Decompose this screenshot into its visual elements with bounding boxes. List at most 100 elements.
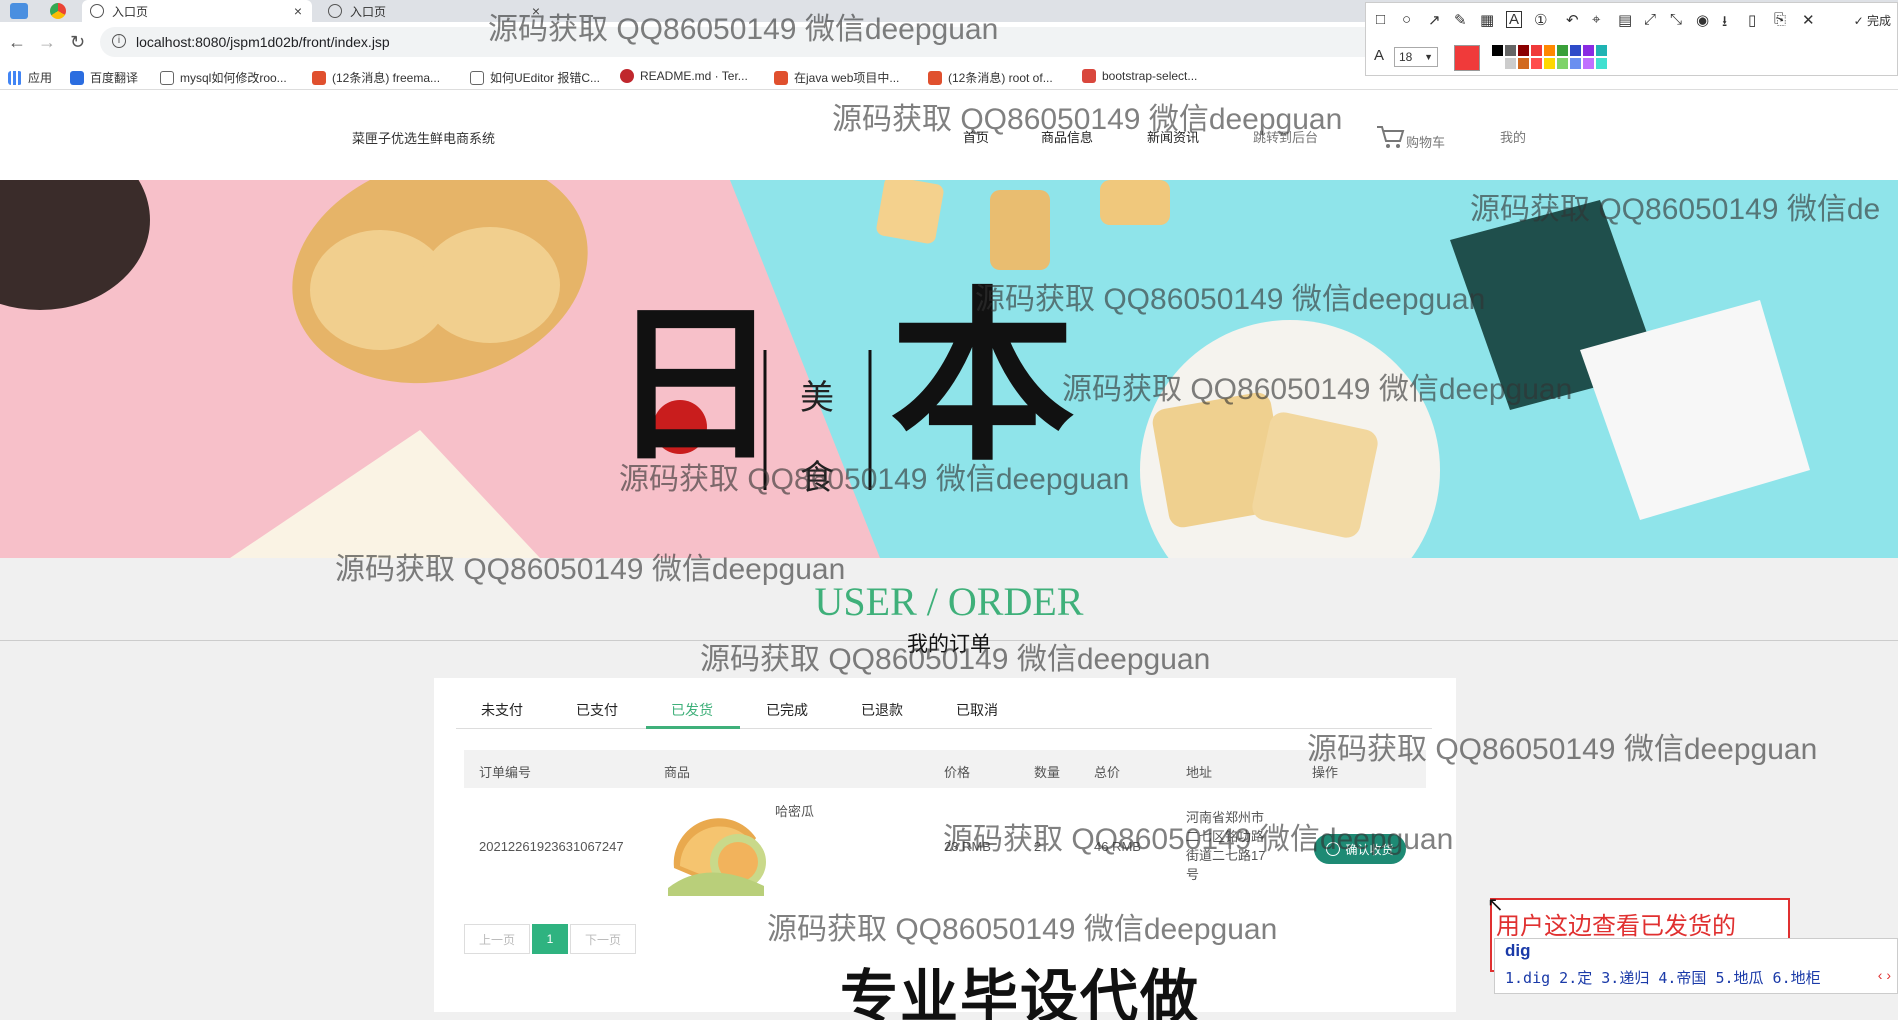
ime-typed-text: dig [1505, 941, 1531, 960]
download-icon[interactable]: ⭳ [1722, 11, 1727, 36]
tab-shipped[interactable]: 已发货 [671, 700, 713, 720]
palette-swatch[interactable] [1544, 58, 1555, 69]
quantity-value: 2 [1034, 839, 1042, 854]
palette-swatch[interactable] [1557, 45, 1568, 56]
bookmark-java-web[interactable]: 在java web项目中... [774, 69, 899, 86]
font-size-select[interactable]: 18 ▼ [1394, 47, 1438, 67]
close-tab-icon[interactable]: × [294, 3, 302, 19]
arrow-tool-icon[interactable]: ↗ [1428, 11, 1441, 29]
bookmark-ueditor[interactable]: 如何UEditor 报错C... [470, 69, 600, 86]
current-color-swatch[interactable] [1454, 45, 1480, 71]
cart-icon[interactable] [1375, 124, 1405, 150]
overlay-caption: 专业毕设代做 [840, 965, 1201, 1020]
bookmark-root-of[interactable]: (12条消息) root of... [928, 69, 1053, 86]
palette-swatch[interactable] [1505, 45, 1516, 56]
back-icon[interactable]: ← [8, 32, 26, 53]
palette-swatch[interactable] [1557, 58, 1568, 69]
close-tab-icon[interactable]: × [532, 3, 540, 19]
site-info-icon[interactable]: i [112, 34, 126, 48]
number-tool-icon[interactable]: ① [1534, 11, 1547, 29]
undo-icon[interactable]: ↶ [1566, 11, 1579, 29]
fullscreen-icon[interactable]: ⤢ [1644, 11, 1656, 28]
ime-candidate-list[interactable]: 1.dig 2.定 3.递归 4.帝国 5.地瓜 6.地柜 [1505, 967, 1821, 988]
browser-logo-icon[interactable] [50, 3, 66, 19]
phone-icon[interactable]: ▯ [1748, 11, 1756, 29]
bookmark-bootstrap-select[interactable]: bootstrap-select... [1082, 69, 1197, 83]
palette-swatch[interactable] [1505, 58, 1516, 69]
palette-swatch[interactable] [1570, 58, 1581, 69]
bookmark-baidu-translate[interactable]: 百度翻译 [70, 69, 138, 86]
palette-swatch[interactable] [1531, 58, 1542, 69]
nav-news[interactable]: 新闻资讯 [1147, 127, 1199, 146]
hero-banner: 日 本 美 食 [0, 180, 1898, 558]
nav-mine[interactable]: 我的 [1500, 127, 1526, 146]
palette-swatch[interactable] [1518, 58, 1529, 69]
tab-unpaid[interactable]: 未支付 [481, 700, 523, 720]
bookmark-page-icon [160, 70, 174, 85]
banner-char-origin: 本 [890, 268, 1075, 486]
prev-page-button[interactable]: 上一页 [464, 924, 530, 954]
bookmark-tool-icon[interactable]: ⎘ [1774, 11, 1786, 28]
bookmark-readme[interactable]: README.md · Ter... [620, 69, 748, 83]
tab-paid[interactable]: 已支付 [576, 700, 618, 720]
site-logo[interactable]: 菜匣子优选生鲜电商系统 [352, 128, 495, 147]
col-total: 总价 [1094, 765, 1121, 780]
col-price: 价格 [944, 765, 971, 780]
col-address: 地址 [1186, 765, 1213, 780]
col-action: 操作 [1312, 765, 1339, 780]
ocr-icon[interactable]: ▤ [1618, 11, 1632, 29]
palette-swatch[interactable] [1596, 45, 1607, 56]
reload-icon[interactable]: ↻ [70, 32, 85, 53]
tab-entry-page-1[interactable]: 入口页 × [82, 0, 312, 22]
nav-cart[interactable]: 购物车 [1406, 132, 1445, 151]
palette-swatch[interactable] [1570, 45, 1581, 56]
tab-completed[interactable]: 已完成 [766, 700, 808, 720]
banner-char-food: 食 [800, 459, 834, 497]
pin-icon[interactable]: ⌖ [1592, 11, 1600, 28]
palette-swatch[interactable] [1492, 58, 1503, 69]
tab-cancelled[interactable]: 已取消 [956, 700, 998, 720]
nav-products[interactable]: 商品信息 [1041, 127, 1093, 146]
confirm-receipt-button[interactable]: 确认收货 [1314, 834, 1406, 864]
mosaic-tool-icon[interactable]: ▦ [1480, 11, 1494, 29]
translate-tool-icon[interactable]: ⤡ [1670, 11, 1682, 28]
annotation-text: 用户这边查看已发货的 [1496, 913, 1736, 940]
tab-refunded[interactable]: 已退款 [861, 700, 903, 720]
palette-swatch[interactable] [1583, 45, 1594, 56]
palette-swatch[interactable] [1544, 45, 1555, 56]
rectangle-tool-icon[interactable]: □ [1376, 11, 1385, 28]
screenshot-toolbar: □ ○ ↗ ✎ ▦ A ① ↶ ⌖ ▤ ⤢ ⤡ ◉ ⭳ ▯ ⎘ ✕ ✓ 完成 A… [1365, 2, 1898, 76]
bookmark-mysql[interactable]: mysql如何修改roo... [160, 69, 287, 86]
text-tool-icon[interactable]: A [1506, 11, 1523, 28]
cancel-icon[interactable]: ✕ [1802, 11, 1815, 29]
palette-swatch[interactable] [1518, 45, 1529, 56]
palette-swatch[interactable] [1492, 45, 1503, 56]
next-page-button[interactable]: 下一页 [570, 924, 636, 954]
ellipse-tool-icon[interactable]: ○ [1402, 11, 1411, 28]
csdn-icon [928, 70, 942, 85]
table-header: 订单编号 商品 价格 数量 总价 地址 操作 [464, 750, 1426, 788]
bookmark-apps[interactable]: 应用 [8, 69, 52, 86]
done-button[interactable]: ✓ 完成 [1854, 12, 1891, 29]
product-image[interactable] [666, 798, 768, 896]
palette-swatch[interactable] [1531, 45, 1542, 56]
check-circle-icon [1326, 842, 1341, 856]
tab-entry-page-2[interactable]: 入口页 × [320, 0, 550, 22]
palette-swatch[interactable] [1596, 58, 1607, 69]
nav-admin[interactable]: 跳转到后台 [1253, 127, 1318, 146]
bookmark-site-icon [1082, 69, 1096, 83]
page-1-button[interactable]: 1 [532, 924, 568, 954]
mail-app-icon[interactable] [10, 3, 28, 19]
bookmark-freemarker[interactable]: (12条消息) freema... [312, 69, 440, 86]
ime-candidate-window: dig 1.dig 2.定 3.递归 4.帝国 5.地瓜 6.地柜 ‹ › [1494, 938, 1898, 994]
forward-icon[interactable]: → [38, 32, 56, 53]
pen-tool-icon[interactable]: ✎ [1454, 11, 1467, 29]
price-value: 23 RMB [944, 839, 991, 854]
record-icon[interactable]: ◉ [1696, 11, 1709, 29]
palette-swatch[interactable] [1583, 58, 1594, 69]
product-name[interactable]: 哈密瓜 [775, 801, 814, 820]
nav-home[interactable]: 首页 [963, 127, 989, 146]
ime-next-page-icon[interactable]: ‹ › [1878, 967, 1891, 983]
address-text: 河南省郑州市 二七区铭功路 街道二七路17 号 [1186, 810, 1266, 882]
total-value: 46 RMB [1094, 839, 1141, 854]
